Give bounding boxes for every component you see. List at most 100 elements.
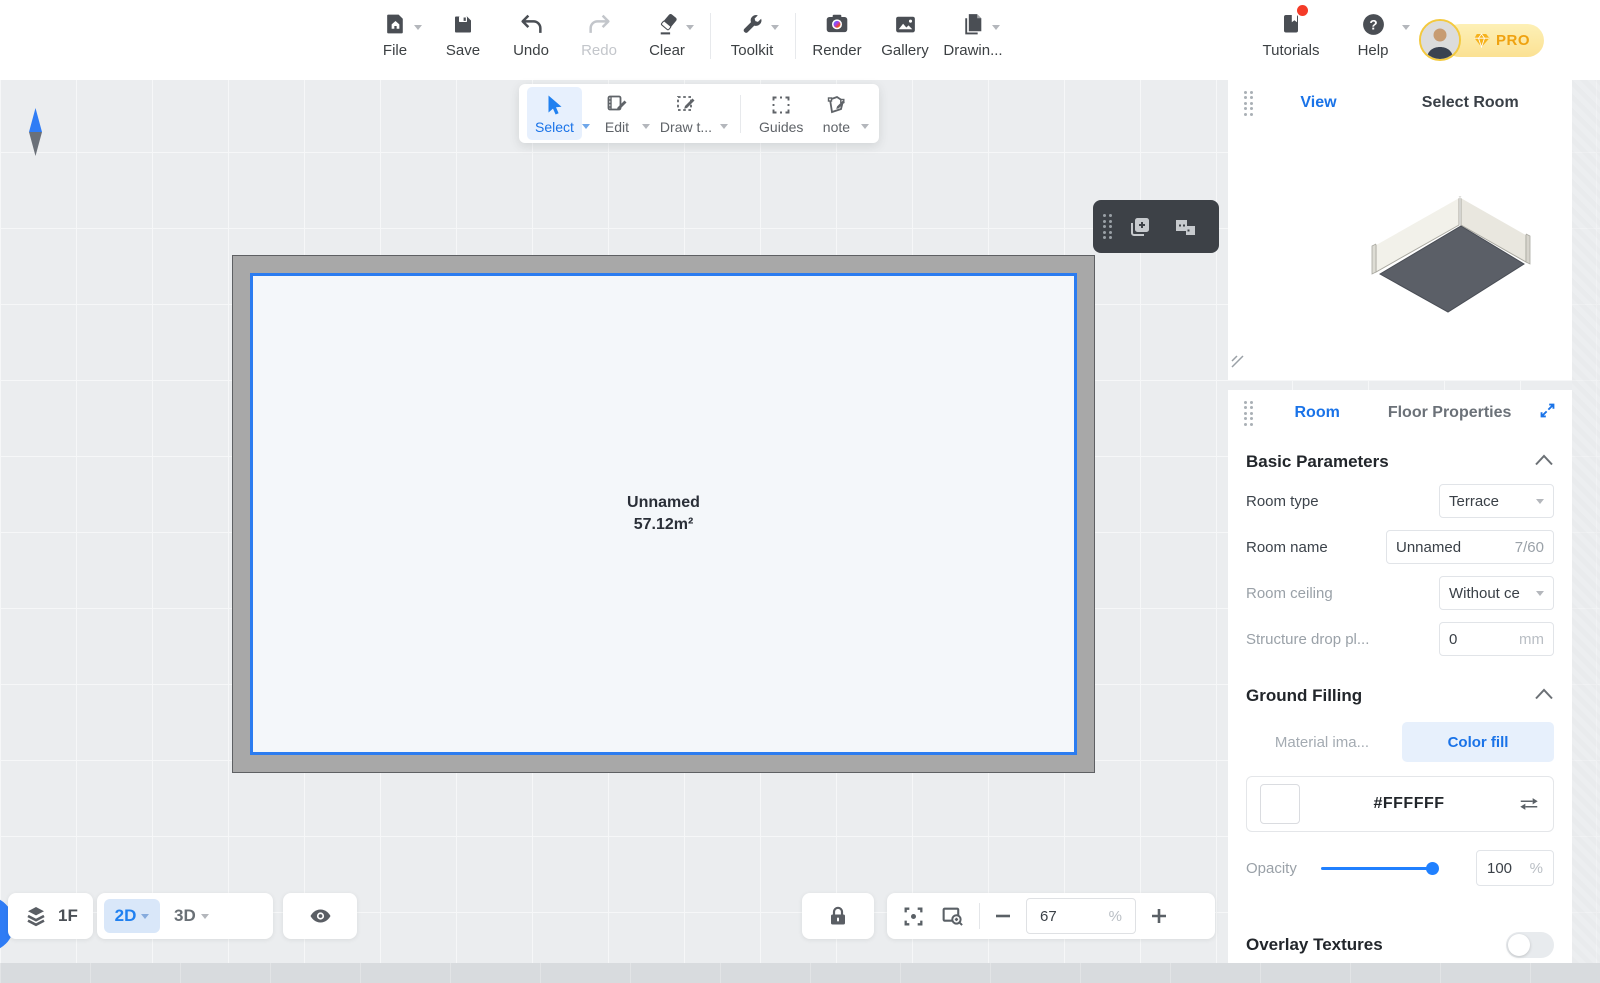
color-hex-value: #FFFFFF <box>1300 795 1518 813</box>
structure-drop-value: 0 <box>1449 631 1457 648</box>
file-button-label: File <box>383 42 407 59</box>
tab-material-image[interactable]: Material ima... <box>1246 722 1398 762</box>
tutorials-book-icon <box>1277 9 1305 39</box>
overlay-textures-toggle[interactable] <box>1506 932 1554 958</box>
lock-button[interactable] <box>802 893 874 939</box>
mode-3d-button[interactable]: 3D <box>174 906 209 926</box>
opacity-input[interactable]: 100 % <box>1476 850 1554 886</box>
panel-resize-icon[interactable] <box>1231 355 1245 374</box>
opacity-value: 100 <box>1487 860 1512 877</box>
fit-to-screen-button[interactable] <box>901 904 926 929</box>
undo-button[interactable]: Undo <box>502 9 560 59</box>
swap-color-button[interactable] <box>1518 795 1540 813</box>
caret-down-icon[interactable] <box>861 124 869 129</box>
room-name-input[interactable]: Unnamed 7/60 <box>1386 530 1554 564</box>
note-tool-button[interactable]: note <box>811 87 861 140</box>
drag-handle-icon[interactable] <box>1244 401 1253 426</box>
room-area-label: 57.12m² <box>634 514 694 536</box>
redo-button-label: Redo <box>581 42 617 59</box>
toolkit-button-label: Toolkit <box>731 42 774 59</box>
tab-select-room[interactable]: Select Room <box>1384 94 1556 112</box>
collapse-chevron-icon[interactable] <box>1534 687 1554 705</box>
render-button-label: Render <box>812 42 861 59</box>
room-type-value: Terrace <box>1449 493 1499 510</box>
caret-down-icon[interactable] <box>582 124 590 129</box>
plus-icon <box>1149 906 1169 926</box>
floor-selector-button[interactable]: 1F <box>8 893 93 939</box>
overlay-textures-title: Overlay Textures <box>1246 935 1383 955</box>
clear-button[interactable]: Clear <box>638 9 696 59</box>
drag-handle-icon[interactable] <box>1244 91 1253 116</box>
zoom-out-button[interactable] <box>993 906 1013 926</box>
canvas-floating-toolbar <box>1093 200 1219 253</box>
drawing-button[interactable]: Drawin... <box>944 9 1002 59</box>
slider-knob[interactable] <box>1426 862 1439 875</box>
minus-icon <box>993 906 1013 926</box>
collapse-chevron-icon[interactable] <box>1534 453 1554 471</box>
structure-drop-unit: mm <box>1519 631 1544 648</box>
tutorials-button[interactable]: Tutorials <box>1262 9 1320 59</box>
zoom-unit: % <box>1109 908 1122 925</box>
file-button[interactable]: File <box>366 9 424 59</box>
floor-label: 1F <box>58 906 78 926</box>
expand-panel-icon[interactable] <box>1539 402 1556 424</box>
note-tool-label: note <box>823 119 850 135</box>
caret-down-icon[interactable] <box>642 124 650 129</box>
opacity-slider[interactable] <box>1321 867 1433 870</box>
zoom-level-input[interactable]: 67 % <box>1026 898 1136 934</box>
zoom-to-area-button[interactable] <box>939 904 966 929</box>
select-tool-button[interactable]: Select <box>527 87 582 140</box>
room-shape[interactable]: Unnamed 57.12m² <box>233 256 1094 772</box>
visibility-button[interactable] <box>283 893 357 939</box>
zoom-area-icon <box>939 904 966 929</box>
structure-drop-label: Structure drop pl... <box>1246 631 1369 648</box>
eye-icon <box>307 904 334 928</box>
zoom-in-button[interactable] <box>1149 906 1169 926</box>
gem-icon <box>1473 33 1490 48</box>
merge-blocks-button[interactable] <box>1168 209 1204 245</box>
tab-floor-properties[interactable]: Floor Properties <box>1388 404 1512 422</box>
help-button-label: Help <box>1358 42 1389 59</box>
blocks-icon <box>1173 214 1199 240</box>
room-name-label: Unnamed <box>627 492 700 514</box>
color-swatch[interactable] <box>1260 784 1300 824</box>
drawing-button-label: Drawin... <box>943 42 1002 59</box>
caret-down-icon[interactable] <box>720 124 728 129</box>
basic-parameters-title: Basic Parameters <box>1246 452 1389 472</box>
tab-room[interactable]: Room <box>1295 404 1340 422</box>
mode-3d-label: 3D <box>174 906 196 926</box>
edit-tool-button[interactable]: Edit <box>592 87 642 140</box>
room-type-select[interactable]: Terrace <box>1439 484 1554 518</box>
save-button[interactable]: Save <box>434 9 492 59</box>
help-button[interactable]: ? Help <box>1344 9 1402 59</box>
draw-tool-button[interactable]: Draw t... <box>652 87 720 140</box>
room-3d-preview[interactable] <box>1228 126 1572 380</box>
select-tool-label: Select <box>535 119 574 135</box>
toolbar-divider <box>795 13 796 59</box>
caret-down-icon <box>1536 591 1544 596</box>
tab-view[interactable]: View <box>1253 94 1385 112</box>
drag-handle-icon[interactable] <box>1103 214 1112 239</box>
add-layer-icon <box>1127 214 1153 240</box>
gallery-button[interactable]: Gallery <box>876 9 934 59</box>
tutorials-button-label: Tutorials <box>1263 42 1320 59</box>
room-type-label: Room type <box>1246 493 1319 510</box>
guides-tool-button[interactable]: Guides <box>751 87 811 140</box>
user-avatar[interactable] <box>1419 19 1461 61</box>
room-ceiling-select[interactable]: Without ce <box>1439 576 1554 610</box>
room-ceiling-value: Without ce <box>1449 585 1521 602</box>
mode-2d-button[interactable]: 2D <box>104 899 160 933</box>
redo-button[interactable]: Redo <box>570 9 628 59</box>
render-button[interactable]: Render <box>808 9 866 59</box>
guides-icon <box>769 93 793 117</box>
tab-color-fill[interactable]: Color fill <box>1402 722 1554 762</box>
zoom-divider <box>979 903 980 929</box>
add-overlay-button[interactable] <box>1122 209 1158 245</box>
room-name-value: Unnamed <box>1396 539 1461 556</box>
structure-drop-input[interactable]: 0 mm <box>1439 622 1554 656</box>
notification-dot <box>1297 5 1308 16</box>
clear-button-label: Clear <box>649 42 685 59</box>
render-camera-icon <box>823 9 851 39</box>
north-compass-icon <box>27 108 44 161</box>
toolkit-button[interactable]: Toolkit <box>723 9 781 59</box>
